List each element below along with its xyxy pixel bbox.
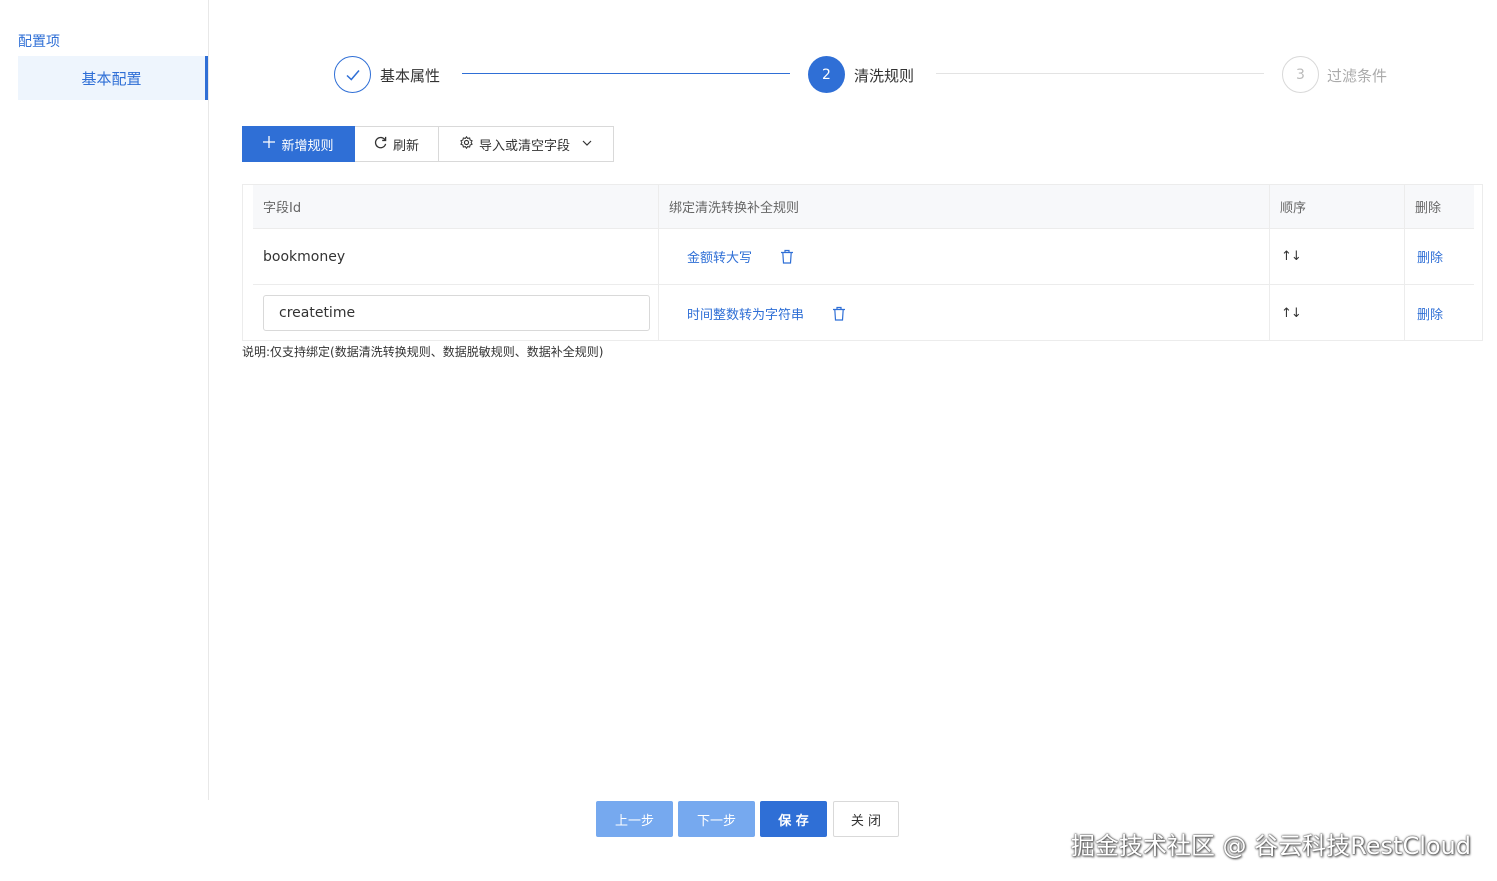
step-2-label[interactable]: 清洗规则 bbox=[854, 65, 914, 86]
trash-icon[interactable] bbox=[780, 249, 794, 264]
order-arrows-icon[interactable]: ↑↓ bbox=[1281, 249, 1302, 264]
table-header: 字段Id 绑定清洗转换补全规则 顺序 删除 bbox=[253, 185, 1474, 229]
order-cell: ↑↓ bbox=[1280, 285, 1405, 341]
sidebar-item-basic-config[interactable]: 基本配置 bbox=[18, 56, 208, 100]
step-connector-2 bbox=[936, 73, 1264, 74]
order-arrows-icon[interactable]: ↑↓ bbox=[1281, 306, 1302, 321]
rule-link[interactable]: 时间整数转为字符串 bbox=[687, 304, 804, 323]
column-divider bbox=[1269, 185, 1270, 340]
step-3-label[interactable]: 过滤条件 bbox=[1327, 65, 1387, 86]
table-row: bookmoney 金额转大写 ↑↓ 删除 bbox=[253, 229, 1474, 285]
step-1-check-icon[interactable] bbox=[334, 56, 371, 93]
column-divider bbox=[658, 185, 659, 340]
step-3-number[interactable]: 3 bbox=[1282, 56, 1319, 93]
close-button[interactable]: 关 闭 bbox=[833, 801, 899, 837]
refresh-button[interactable]: 刷新 bbox=[355, 126, 439, 162]
add-rule-label: 新增规则 bbox=[281, 138, 334, 154]
delete-cell: 删除 bbox=[1415, 229, 1485, 284]
delete-cell: 删除 bbox=[1415, 285, 1485, 341]
rule-cell: 金额转大写 bbox=[669, 229, 1269, 284]
gear-icon bbox=[460, 135, 473, 153]
field-id-cell bbox=[263, 285, 658, 341]
delete-link[interactable]: 删除 bbox=[1417, 304, 1443, 323]
order-cell: ↑↓ bbox=[1280, 229, 1405, 284]
delete-link[interactable]: 删除 bbox=[1417, 247, 1443, 266]
help-note: 说明:仅支持绑定(数据清洗转换规则、数据脱敏规则、数据补全规则) bbox=[242, 345, 604, 359]
field-id-text: bookmoney bbox=[263, 248, 346, 265]
add-rule-button[interactable]: 新增规则 bbox=[242, 126, 355, 162]
refresh-label: 刷新 bbox=[392, 138, 419, 154]
sidebar: 配置项 基本配置 bbox=[0, 0, 209, 800]
save-button[interactable]: 保 存 bbox=[760, 801, 827, 837]
header-delete: 删除 bbox=[1415, 201, 1442, 216]
next-step-button[interactable]: 下一步 bbox=[678, 801, 755, 837]
chevron-down-icon bbox=[582, 137, 592, 152]
field-id-cell: bookmoney bbox=[263, 229, 658, 284]
column-divider bbox=[1404, 185, 1405, 340]
watermark: 掘金技术社区 @ 谷云科技RestCloud bbox=[1070, 832, 1471, 860]
trash-icon[interactable] bbox=[832, 306, 846, 321]
plus-icon bbox=[263, 136, 276, 152]
rule-link[interactable]: 金额转大写 bbox=[687, 247, 752, 266]
header-field-id: 字段Id bbox=[263, 201, 302, 216]
sidebar-title: 配置项 bbox=[18, 34, 60, 50]
header-order: 顺序 bbox=[1280, 201, 1307, 216]
import-clear-dropdown[interactable]: 导入或清空字段 bbox=[439, 126, 614, 162]
rule-cell: 时间整数转为字符串 bbox=[669, 285, 1269, 341]
step-1-label[interactable]: 基本属性 bbox=[380, 65, 440, 86]
refresh-icon bbox=[374, 136, 387, 153]
header-bound-rule: 绑定清洗转换补全规则 bbox=[669, 201, 800, 216]
prev-step-button[interactable]: 上一步 bbox=[596, 801, 673, 837]
field-id-input[interactable] bbox=[263, 295, 650, 331]
toolbar: 新增规则 刷新 导入或清空字段 bbox=[242, 126, 614, 162]
rules-table: 字段Id 绑定清洗转换补全规则 顺序 删除 bookmoney 金额转大写 ↑↓… bbox=[242, 184, 1483, 341]
import-clear-label: 导入或清空字段 bbox=[478, 138, 570, 154]
step-connector-1 bbox=[462, 73, 790, 74]
step-2-number[interactable]: 2 bbox=[808, 56, 845, 93]
table-row: 时间整数转为字符串 ↑↓ 删除 bbox=[253, 285, 1474, 341]
